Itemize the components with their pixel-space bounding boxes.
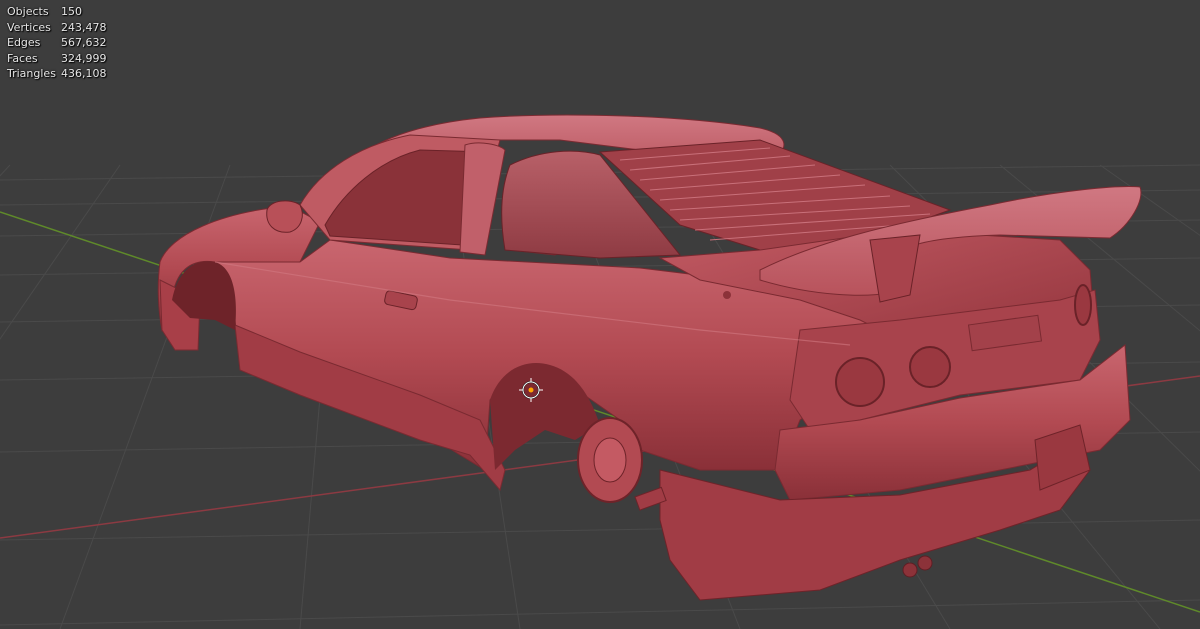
stats-label: Objects: [7, 5, 49, 18]
stats-label: Vertices: [7, 20, 51, 34]
stats-label: Triangles: [7, 67, 56, 81]
3d-viewport[interactable]: Objects 150 Vertices 243,478 Edges 567,6…: [0, 0, 1200, 629]
stats-value: 324,999: [61, 51, 107, 65]
stats-value: 243,478: [61, 20, 107, 34]
stats-label: Edges: [7, 36, 41, 50]
side-mirror: [266, 200, 303, 233]
stats-row-edges: Edges 567,632: [7, 35, 121, 51]
stats-value: 150: [61, 5, 82, 18]
stats-value: 436,108: [61, 67, 107, 81]
stats-label: Faces: [7, 51, 38, 65]
stats-row-objects: Objects 150: [7, 4, 121, 20]
rear-wheel-hub-center: [593, 437, 627, 483]
stats-row-vertices: Vertices 243,478: [7, 20, 121, 36]
viewport-scene[interactable]: [0, 0, 1200, 629]
fuel-cap: [723, 291, 731, 299]
stats-row-faces: Faces 324,999: [7, 51, 121, 67]
scene-statistics-overlay: Objects 150 Vertices 243,478 Edges 567,6…: [7, 4, 121, 82]
tail-light-right: [1074, 284, 1092, 326]
exhaust-tip-2: [917, 555, 933, 571]
tail-light-left-outer: [835, 357, 885, 407]
stats-row-triangles: Triangles 436,108: [7, 66, 121, 82]
exhaust-tip-1: [902, 562, 918, 578]
car-model[interactable]: [157, 114, 1142, 601]
stats-value: 567,632: [61, 36, 107, 50]
tail-light-left-inner: [909, 346, 951, 388]
